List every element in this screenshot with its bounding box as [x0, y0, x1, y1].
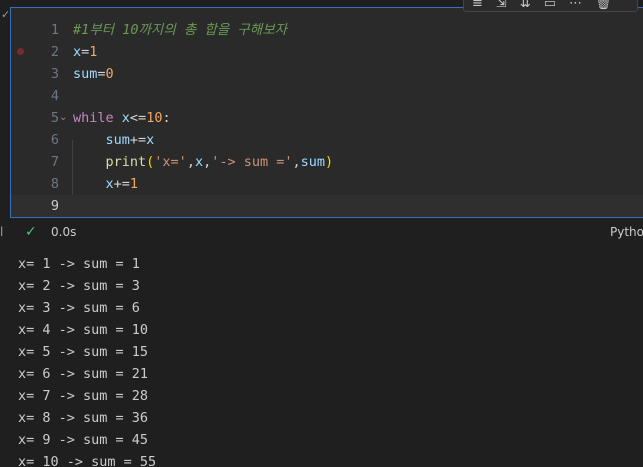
code-text: sum=0	[73, 63, 114, 85]
code-line[interactable]: 6 sum+=x	[11, 129, 643, 151]
code-token: 0	[105, 66, 114, 82]
code-token: #1부터 10까지의 총 합을 구해보자	[73, 22, 288, 38]
output-line: x= 3 -> sum = 6	[18, 300, 140, 316]
output-line: x= 2 -> sum = 3	[18, 278, 140, 294]
code-token: print	[105, 154, 147, 170]
cell-output: x= 1 -> sum = 1 x= 2 -> sum = 3 x= 3 -> su…	[18, 253, 638, 467]
code-token: +=	[129, 132, 147, 148]
line-number: 1	[50, 22, 59, 38]
run-by-line-icon[interactable]: ≡	[472, 0, 483, 10]
code-token: =	[97, 66, 106, 82]
code-line[interactable]: 2 x=1	[11, 41, 643, 63]
code-token: <=	[129, 110, 147, 126]
code-token: while	[73, 110, 114, 126]
code-text: x=1	[73, 41, 97, 63]
code-token: sum	[73, 66, 98, 82]
code-token: 'x='	[154, 154, 187, 170]
code-token: x	[146, 132, 155, 148]
code-line[interactable]: 1 #1부터 10까지의 총 합을 구해보자	[11, 19, 643, 41]
cell-toolbar: ≡ ⇲ ⇊ ▭ ⋯ 🗑	[463, 0, 638, 12]
output-line: x= 1 -> sum = 1	[18, 256, 140, 272]
kernel-language-button[interactable]: Python	[610, 221, 643, 243]
code-token: 1	[129, 176, 139, 192]
line-number: 9	[50, 198, 59, 214]
line-number: 8	[50, 176, 59, 192]
line-number: 3	[50, 66, 59, 82]
code-token: 10	[146, 110, 163, 126]
success-check-icon: ✓	[25, 224, 37, 240]
code-line[interactable]: 7 print('x=',x,'-> sum =',sum)	[11, 151, 643, 173]
execute-below-icon[interactable]: ⇊	[520, 0, 531, 10]
code-token: '-> sum ='	[211, 154, 293, 170]
execution-time: 0.0s	[51, 225, 77, 239]
code-token: x	[105, 176, 114, 192]
execute-above-icon[interactable]: ⇲	[496, 0, 507, 10]
cell-status-mark: ✓	[1, 8, 11, 21]
cell-status-bar: l ✓ 0.0s Python	[0, 221, 643, 243]
line-number: 4	[50, 88, 59, 104]
code-text: #1부터 10까지의 총 합을 구해보자	[73, 19, 287, 41]
status-left-mark: l	[0, 225, 4, 239]
code-token: :	[162, 110, 171, 126]
line-number: 6	[50, 132, 59, 148]
code-line[interactable]: 4	[11, 85, 643, 107]
line-number: 7	[50, 154, 59, 170]
delete-icon[interactable]: 🗑	[595, 0, 612, 10]
code-token: ,	[292, 154, 301, 170]
code-editor[interactable]: 1 #1부터 10까지의 총 합을 구해보자 2 x=1 3 sum=0 4 5 ⌄ while …	[10, 7, 643, 218]
output-line: x= 9 -> sum = 45	[18, 432, 149, 448]
output-line: x= 4 -> sum = 10	[18, 322, 149, 338]
line-number: 2	[50, 44, 59, 60]
code-text: while x<=10:	[73, 107, 171, 129]
fold-chevron-icon[interactable]: ⌄	[59, 107, 67, 129]
code-line[interactable]: 8 x+=1	[11, 173, 643, 195]
code-token: x	[194, 154, 204, 170]
output-line: x= 5 -> sum = 15	[18, 344, 149, 360]
more-icon[interactable]: ⋯	[569, 0, 582, 10]
output-line: x= 10 -> sum = 55	[18, 454, 157, 467]
code-text: print('x=',x,'-> sum =',sum)	[73, 151, 334, 173]
code-token: ,	[203, 154, 212, 170]
code-token: 1	[89, 44, 98, 60]
code-token: +=	[113, 176, 130, 192]
breakpoint-icon[interactable]	[17, 48, 24, 55]
code-token: x	[73, 44, 82, 60]
code-token: x	[121, 110, 130, 126]
output-line: x= 8 -> sum = 36	[18, 410, 149, 426]
code-line[interactable]: 3 sum=0	[11, 63, 643, 85]
code-line[interactable]: 9	[11, 195, 643, 217]
code-text: sum+=x	[73, 129, 155, 151]
code-text: x+=1	[73, 173, 139, 195]
code-token: sum	[105, 132, 130, 148]
output-line: x= 7 -> sum = 28	[18, 388, 149, 404]
split-cell-icon[interactable]: ▭	[544, 0, 556, 10]
code-token: ,	[186, 154, 195, 170]
notebook-cell[interactable]: ✓ 1 #1부터 10까지의 총 합을 구해보자 2 x=1 3 sum=0 4 5 ⌄ whil…	[0, 0, 643, 244]
code-token: )	[325, 154, 334, 170]
line-number: 5	[50, 110, 59, 126]
code-token: sum	[300, 154, 326, 170]
code-line[interactable]: 5 ⌄ while x<=10:	[11, 107, 643, 129]
output-line: x= 6 -> sum = 21	[18, 366, 149, 382]
